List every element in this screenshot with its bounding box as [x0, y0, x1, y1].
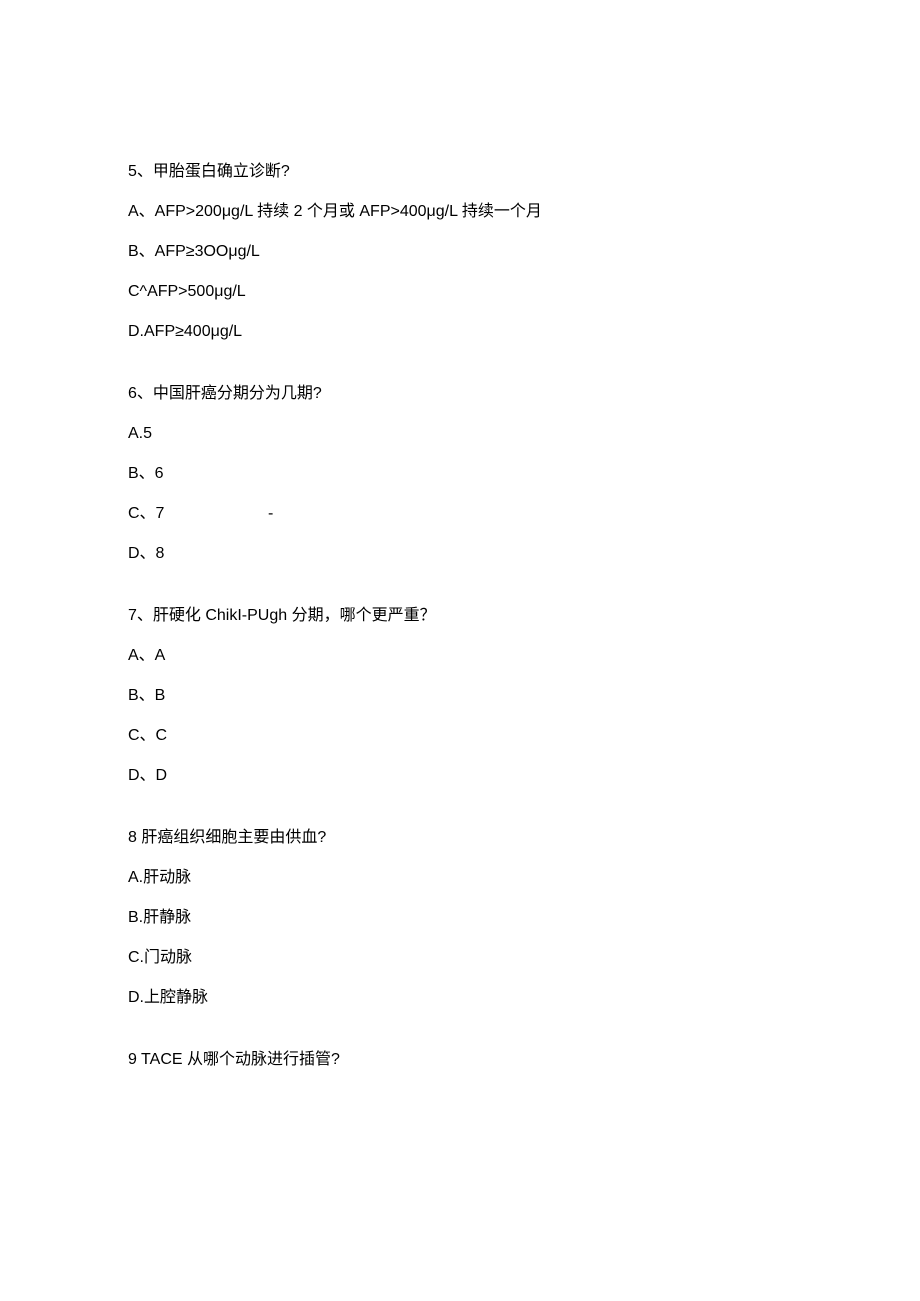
question-6-option-a: A.5: [128, 422, 792, 446]
question-6-option-c: C、7-: [128, 502, 792, 526]
question-8-title: 8 肝癌组织细胞主要由供血?: [128, 826, 792, 850]
question-5-option-d: D.AFP≥400μg/L: [128, 320, 792, 344]
question-5-option-c: C^AFP>500μg/L: [128, 280, 792, 304]
question-5: 5、甲胎蛋白确立诊断? A、AFP>200μg/L 持续 2 个月或 AFP>4…: [128, 160, 792, 344]
question-7-option-c: C、C: [128, 724, 792, 748]
question-6-option-c-dash: -: [268, 505, 273, 522]
question-6-option-c-text: C、7: [128, 502, 268, 526]
question-9-title: 9 TACE 从哪个动脉进行插管?: [128, 1048, 792, 1072]
question-8: 8 肝癌组织细胞主要由供血? A.肝动脉 B.肝静脉 C.门动脉 D.上腔静脉: [128, 826, 792, 1010]
question-6: 6、中国肝癌分期分为几期? A.5 B、6 C、7- D、8: [128, 382, 792, 566]
question-8-option-d: D.上腔静脉: [128, 986, 792, 1010]
question-7-option-a: A、A: [128, 644, 792, 668]
question-7-option-d: D、D: [128, 764, 792, 788]
question-6-option-b: B、6: [128, 462, 792, 486]
question-8-option-a: A.肝动脉: [128, 866, 792, 890]
question-6-option-d: D、8: [128, 542, 792, 566]
question-7-option-b: B、B: [128, 684, 792, 708]
question-5-option-a: A、AFP>200μg/L 持续 2 个月或 AFP>400μg/L 持续一个月: [128, 200, 792, 224]
question-7: 7、肝硬化 ChikI-PUgh 分期，哪个更严重？ A、A B、B C、C D…: [128, 604, 792, 788]
question-8-option-c: C.门动脉: [128, 946, 792, 970]
question-8-option-b: B.肝静脉: [128, 906, 792, 930]
question-6-title: 6、中国肝癌分期分为几期?: [128, 382, 792, 406]
question-5-option-b: B、AFP≥3OOμg/L: [128, 240, 792, 264]
question-7-title: 7、肝硬化 ChikI-PUgh 分期，哪个更严重？: [128, 604, 792, 628]
question-5-title: 5、甲胎蛋白确立诊断?: [128, 160, 792, 184]
question-9: 9 TACE 从哪个动脉进行插管?: [128, 1048, 792, 1072]
